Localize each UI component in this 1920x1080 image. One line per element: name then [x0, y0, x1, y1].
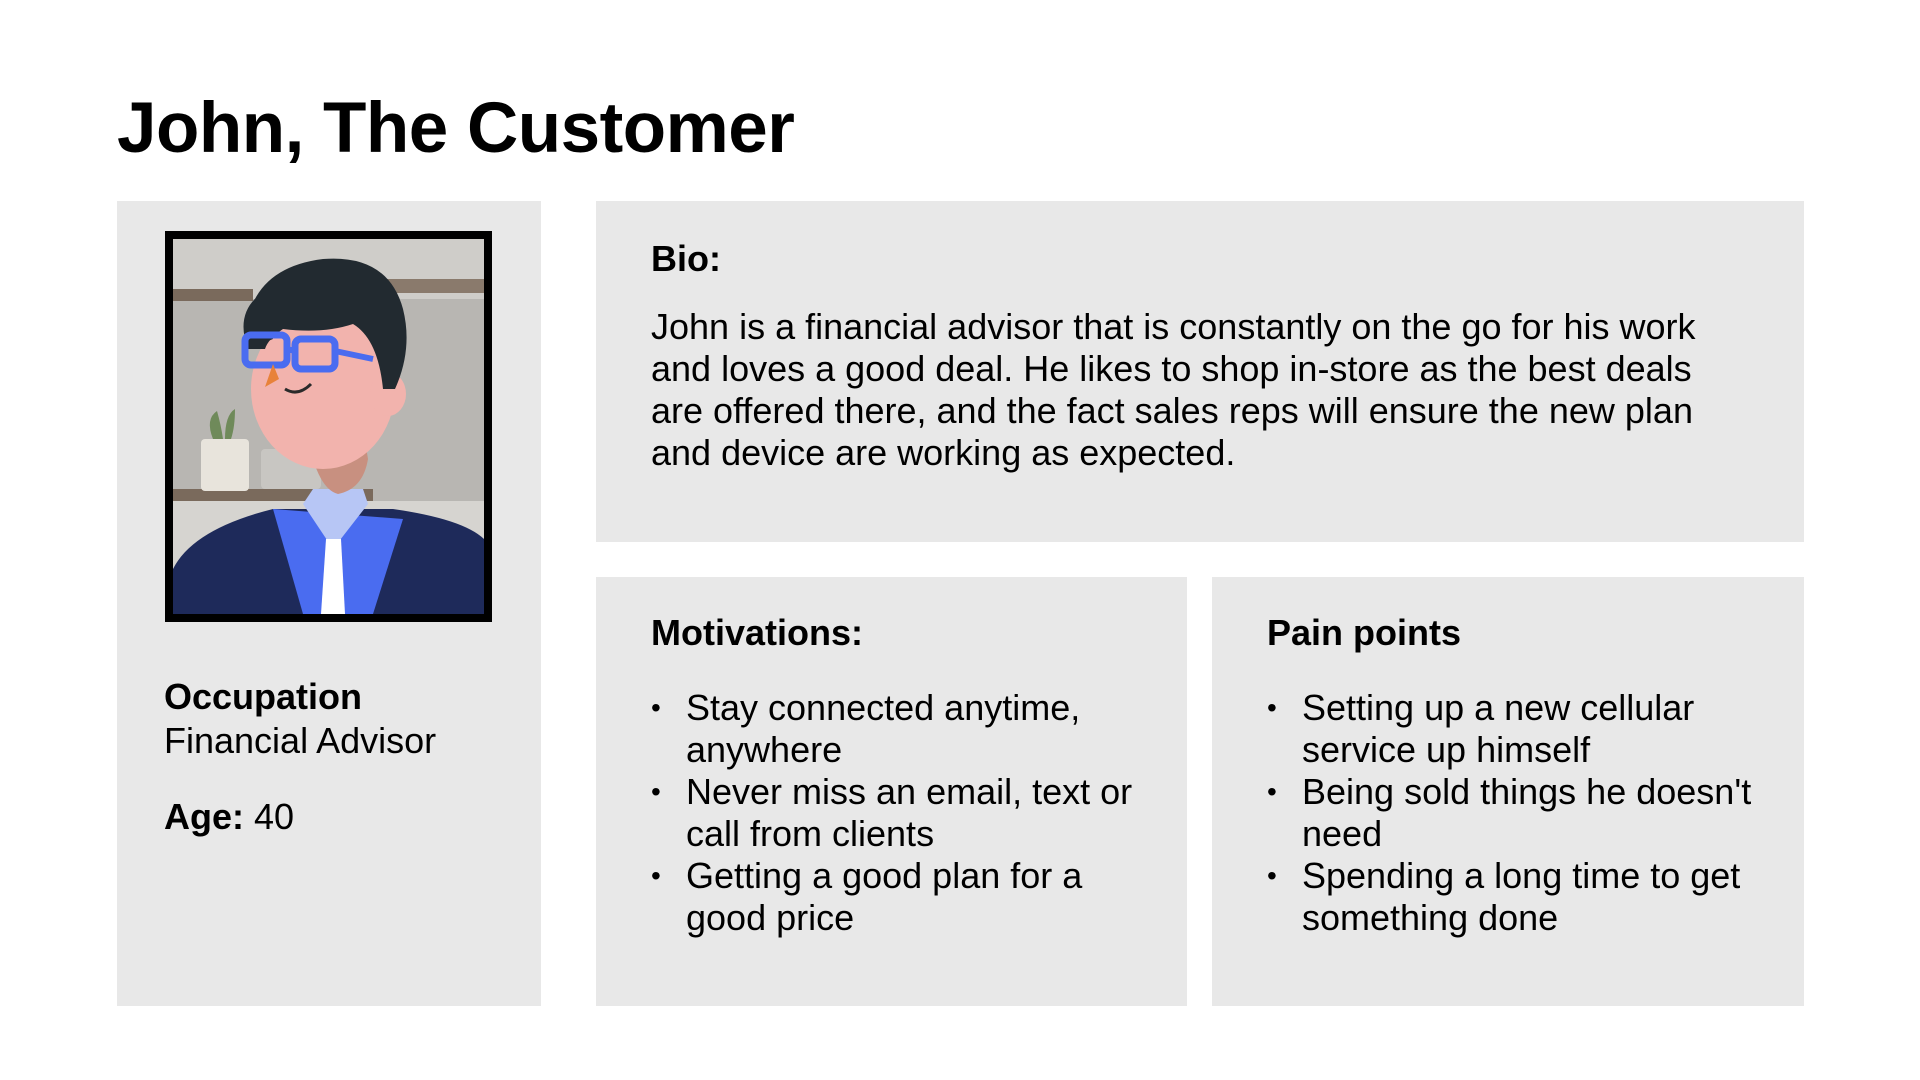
profile-panel: Occupation Financial Advisor Age: 40 [117, 201, 541, 1006]
avatar [165, 231, 492, 622]
page-title: John, The Customer [117, 89, 795, 168]
list-item: Stay connected anytime, anywhere [651, 687, 1161, 771]
age-label: Age: [164, 796, 244, 837]
list-item: Setting up a new cellular service up him… [1267, 687, 1777, 771]
age-line: Age: 40 [164, 795, 294, 838]
avatar-illustration-icon [173, 239, 484, 614]
list-item: Getting a good plan for a good price [651, 855, 1161, 939]
motivations-list: Stay connected anytime, anywhere Never m… [651, 687, 1161, 939]
list-item: Never miss an email, text or call from c… [651, 771, 1161, 855]
pain-points-heading: Pain points [1267, 612, 1462, 653]
pain-points-panel: Pain points Setting up a new cellular se… [1212, 577, 1804, 1006]
occupation-value: Financial Advisor [164, 720, 437, 761]
list-item: Spending a long time to get something do… [1267, 855, 1777, 939]
occupation-label: Occupation [164, 676, 363, 717]
bio-heading: Bio: [651, 238, 721, 279]
pain-points-list: Setting up a new cellular service up him… [1267, 687, 1777, 939]
motivations-panel: Motivations: Stay connected anytime, any… [596, 577, 1187, 1006]
bio-text: John is a financial advisor that is cons… [651, 306, 1696, 473]
age-value: 40 [254, 796, 295, 837]
bio-panel: Bio: John is a financial advisor that is… [596, 201, 1804, 542]
list-item: Being sold things he doesn't need [1267, 771, 1777, 855]
motivations-heading: Motivations: [651, 612, 863, 653]
